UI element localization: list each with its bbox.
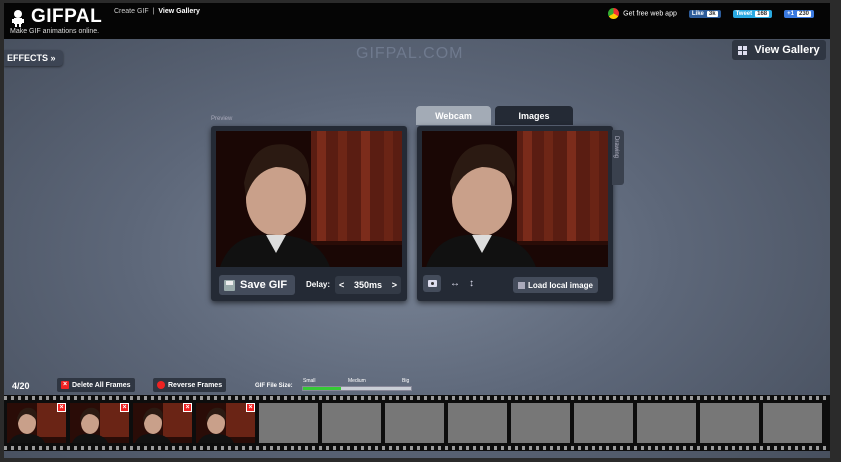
frame-toolbar: 4/20 × Delete All Frames Reverse Frames … bbox=[4, 377, 830, 395]
effects-tab[interactable]: EFFECTS » bbox=[4, 50, 63, 66]
delete-frame-icon[interactable]: × bbox=[183, 403, 192, 412]
reverse-icon bbox=[157, 381, 165, 389]
nav-separator: | bbox=[152, 8, 155, 15]
filmstrip-empty-slot[interactable] bbox=[259, 403, 318, 443]
drawing-tab-label: Drawing bbox=[613, 136, 619, 159]
save-gif-button[interactable]: Save GIF bbox=[219, 275, 295, 295]
delete-all-label: Delete All Frames bbox=[72, 381, 131, 389]
filmstrip-empty-slot[interactable] bbox=[763, 403, 822, 443]
tweet-count: 168 bbox=[755, 10, 770, 17]
load-local-image-button[interactable]: Load local image bbox=[513, 277, 598, 293]
nav-create-gif[interactable]: Create GIF bbox=[114, 8, 149, 15]
facebook-like-button[interactable]: Like 3k bbox=[688, 9, 721, 18]
plus-one-button[interactable]: +1 230 bbox=[784, 9, 814, 18]
app-name: GIFPAL bbox=[31, 6, 103, 27]
frame-count: 4/20 bbox=[12, 381, 30, 391]
filmstrip-empty-slot[interactable] bbox=[511, 403, 570, 443]
tweet-button[interactable]: Tweet 168 bbox=[732, 9, 773, 18]
size-medium-label: Medium bbox=[348, 378, 366, 384]
filmstrip-empty-slot[interactable] bbox=[574, 403, 633, 443]
tab-webcam[interactable]: Webcam bbox=[416, 106, 491, 125]
flip-vertical-icon[interactable]: ↕ bbox=[469, 278, 474, 289]
like-label: Like bbox=[691, 10, 704, 17]
save-gif-label: Save GIF bbox=[240, 279, 288, 291]
get-app-link[interactable]: Get free web app bbox=[608, 8, 677, 19]
watermark: GIFPAL.COM bbox=[356, 45, 464, 62]
view-gallery-button[interactable]: View Gallery bbox=[732, 40, 826, 60]
filmstrip-empty-slot[interactable] bbox=[448, 403, 507, 443]
size-small-label: Small bbox=[303, 378, 316, 384]
filmstrip-frame[interactable]: × bbox=[70, 403, 129, 443]
size-big-label: Big bbox=[402, 378, 410, 384]
filmstrip-empty-slot[interactable] bbox=[385, 403, 444, 443]
save-icon bbox=[224, 279, 235, 291]
image-icon bbox=[518, 281, 525, 289]
preview-label: Preview bbox=[211, 116, 233, 122]
top-nav: Create GIF | View Gallery bbox=[114, 8, 200, 15]
filmstrip-frame[interactable]: × bbox=[7, 403, 66, 443]
app-tagline: Make GIF animations online. bbox=[10, 28, 100, 35]
file-size-label: GIF File Size: bbox=[255, 383, 293, 389]
filmstrip: × × × × bbox=[4, 395, 830, 451]
like-count: 3k bbox=[706, 10, 718, 17]
capture-controls: ↔ ↕ bbox=[423, 275, 474, 292]
view-gallery-label: View Gallery bbox=[754, 44, 820, 56]
capture-panel: ↔ ↕ Load local image bbox=[417, 126, 613, 301]
capture-image bbox=[422, 131, 608, 267]
nav-view-gallery[interactable]: View Gallery bbox=[158, 8, 200, 15]
gifpal-mascot-icon bbox=[12, 10, 24, 27]
frame-list: × × × × bbox=[7, 403, 822, 443]
tweet-label: Tweet bbox=[735, 10, 753, 17]
delete-frame-icon[interactable]: × bbox=[120, 403, 129, 412]
tab-images[interactable]: Images bbox=[495, 106, 573, 125]
delete-frame-icon[interactable]: × bbox=[246, 403, 255, 412]
delete-icon: × bbox=[61, 381, 69, 389]
delete-all-frames-button[interactable]: × Delete All Frames bbox=[57, 378, 135, 392]
filmstrip-empty-slot[interactable] bbox=[637, 403, 696, 443]
delay-label: Delay: bbox=[306, 280, 331, 289]
delay-increase-arrow[interactable]: > bbox=[392, 280, 397, 290]
plus-one-count: 230 bbox=[796, 10, 811, 17]
reverse-frames-button[interactable]: Reverse Frames bbox=[153, 378, 227, 392]
reverse-label: Reverse Frames bbox=[168, 381, 223, 389]
file-size-fill bbox=[303, 387, 341, 390]
preview-panel: Save GIF Delay: < 350ms > bbox=[211, 126, 407, 301]
flip-horizontal-icon[interactable]: ↔ bbox=[450, 278, 460, 289]
top-right-links: Get free web app Like 3k Tweet 168 +1 23… bbox=[608, 8, 814, 19]
filmstrip-empty-slot[interactable] bbox=[322, 403, 381, 443]
app-frame: GIFPAL Make GIF animations online. Creat… bbox=[4, 3, 830, 458]
delay-value: 350ms bbox=[353, 280, 383, 290]
chrome-icon bbox=[608, 8, 620, 19]
delay-decrease-arrow[interactable]: < bbox=[339, 280, 344, 290]
preview-image bbox=[216, 131, 402, 267]
plus-one-label: +1 bbox=[787, 10, 794, 17]
drawing-tab[interactable]: Drawing bbox=[612, 130, 624, 185]
grid-icon bbox=[738, 45, 748, 55]
delay-control: < 350ms > bbox=[335, 276, 401, 294]
get-app-label: Get free web app bbox=[623, 10, 677, 18]
filmstrip-frame[interactable]: × bbox=[133, 403, 192, 443]
file-size-meter: Small Medium Big bbox=[302, 378, 412, 392]
filmstrip-frame[interactable]: × bbox=[196, 403, 255, 443]
filmstrip-empty-slot[interactable] bbox=[700, 403, 759, 443]
load-local-image-label: Load local image bbox=[528, 280, 593, 290]
capture-button[interactable] bbox=[423, 275, 441, 292]
top-bar: GIFPAL Make GIF animations online. Creat… bbox=[4, 3, 830, 39]
camera-icon bbox=[427, 280, 437, 287]
file-size-track bbox=[302, 386, 412, 391]
delete-frame-icon[interactable]: × bbox=[57, 403, 66, 412]
